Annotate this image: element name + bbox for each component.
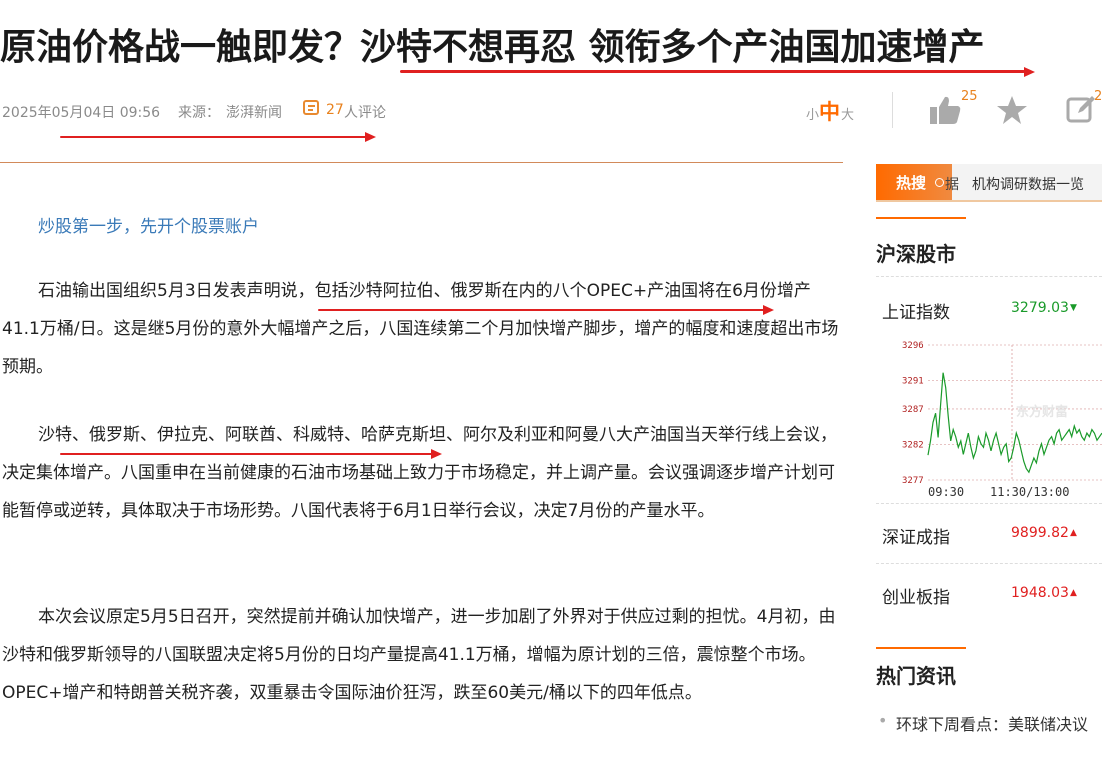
article-paragraph: 本次会议原定5月5日召开，突然提前并确认加快增产，进一步加剧了外界对于供应过剩的… xyxy=(2,607,836,703)
font-large-button[interactable]: 大 xyxy=(841,104,854,123)
index-value: 1948.03 xyxy=(1011,585,1069,601)
index-value: 3279.03 xyxy=(1011,300,1069,316)
thumbs-up-icon[interactable] xyxy=(928,94,962,126)
index-name: 上证指数 xyxy=(882,303,950,323)
annotation-underline xyxy=(60,136,366,138)
comment-icon[interactable] xyxy=(303,100,319,115)
header-separator xyxy=(0,162,843,163)
annotation-arrowhead xyxy=(365,132,376,142)
chart-y-tick-label: 3287 xyxy=(902,405,924,415)
annotation-arrowhead xyxy=(763,305,774,315)
font-medium-button[interactable]: 中 xyxy=(819,96,840,126)
source-label: 来源： xyxy=(178,105,220,121)
chart-y-tick-label: 3296 xyxy=(902,341,924,351)
down-arrow-icon: ▼ xyxy=(1070,303,1077,313)
edit-icon[interactable] xyxy=(1066,94,1096,124)
star-icon[interactable] xyxy=(996,94,1028,126)
chart-series-line xyxy=(927,372,1102,474)
open-account-link[interactable]: 炒股第一步，先开个股票账户 xyxy=(38,212,259,237)
article-paragraph: 沙特、俄罗斯、伊拉克、阿联酋、科威特、哈萨克斯坦、阿尔及利亚和阿曼八大产油国当天… xyxy=(2,425,837,521)
article-datetime: 2025年05月04日 09:56 xyxy=(2,105,161,121)
annotation-arrowhead xyxy=(431,449,442,459)
hot-search-partial[interactable]: 据 xyxy=(945,174,959,194)
hot-search-label: 热搜 xyxy=(896,174,927,192)
chart-x-tick-label: 11:30/13:00 xyxy=(990,485,1069,499)
hot-search-item[interactable]: 机构调研数据一览 xyxy=(972,174,1084,194)
divider xyxy=(876,563,1102,564)
annotation-underline xyxy=(60,453,432,455)
section-accent xyxy=(876,217,966,219)
index-value: 9899.82 xyxy=(1011,525,1069,541)
divider xyxy=(876,276,1102,277)
source-name[interactable]: 澎湃新闻 xyxy=(226,102,282,122)
up-arrow-icon: ▲ xyxy=(1070,588,1077,598)
font-small-button[interactable]: 小 xyxy=(806,104,819,123)
annotation-underline xyxy=(318,309,764,311)
record-icon xyxy=(935,178,944,187)
comments-suffix[interactable]: 人评论 xyxy=(344,102,386,122)
article-paragraph: 石油输出国组织5月3日发表声明说，包括沙特阿拉伯、俄罗斯在内的八个OPEC+产油… xyxy=(2,281,839,377)
article-title: 原油价格战一触即发？沙特不想再忍 领衔多个产油国加速增产 xyxy=(0,27,985,68)
divider xyxy=(892,92,893,128)
bullet-icon: • xyxy=(878,711,888,730)
chart-watermark: 东方财富 xyxy=(1016,404,1068,420)
index-name: 创业板指 xyxy=(882,588,950,608)
section-accent xyxy=(876,647,966,649)
chart-x-tick-label: 09:30 xyxy=(928,485,964,499)
index-name: 深证成指 xyxy=(882,528,950,548)
market-section-title: 沪深股市 xyxy=(876,242,956,266)
chart-y-tick-label: 3291 xyxy=(902,377,924,387)
divider xyxy=(876,503,1102,504)
intraday-chart[interactable]: 东方财富 3296 3291 3287 3282 3277 09:30 11:30/13:… xyxy=(876,336,1102,502)
news-item-title[interactable]: 环球下周看点：美联储决议 xyxy=(896,711,1088,735)
news-section-title: 热门资讯 xyxy=(876,664,956,688)
comments-count[interactable]: 27 xyxy=(326,102,344,118)
chart-y-tick-label: 3277 xyxy=(902,476,924,486)
like-count: 25 xyxy=(961,89,978,104)
annotation-underline xyxy=(400,70,1025,73)
chart-y-tick-label: 3282 xyxy=(902,440,924,450)
up-arrow-icon: ▲ xyxy=(1070,528,1077,538)
share-count: 2 xyxy=(1094,89,1102,104)
annotation-arrowhead xyxy=(1024,67,1035,77)
